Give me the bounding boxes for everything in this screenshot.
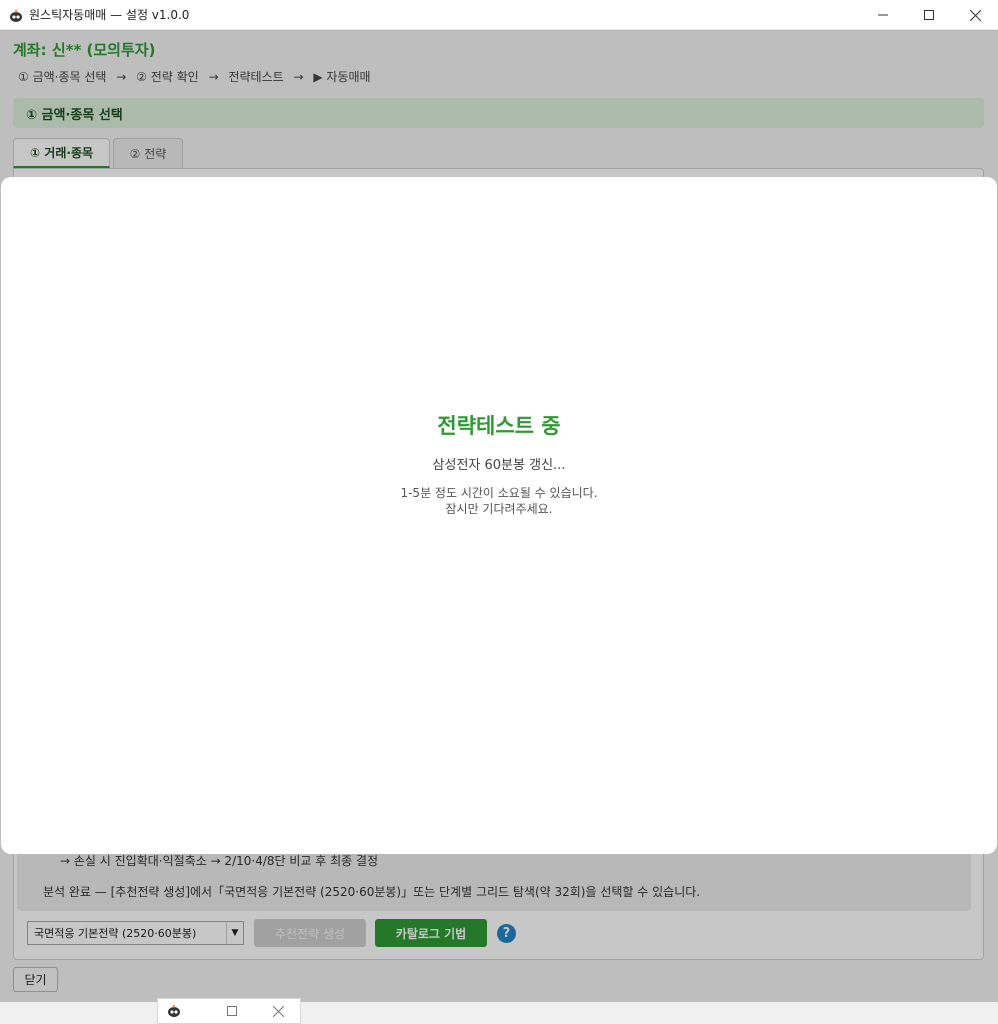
minimize-icon xyxy=(878,14,888,16)
modal-note-line-2: 잠시만 기다려주세요. xyxy=(445,502,553,516)
window-title: 원스틱자동매매 — 설정 v1.0.0 xyxy=(29,8,190,22)
close-icon[interactable] xyxy=(270,1003,286,1019)
maximize-button[interactable] xyxy=(906,0,952,30)
modal-status: 삼성전자 60분봉 갱신... xyxy=(432,458,566,473)
modal-note: 1-5분 정도 시간이 소요될 수 있습니다. 잠시만 기다려주세요. xyxy=(1,485,997,517)
mini-window xyxy=(157,998,301,1024)
modal-title: 전략테스트 중 xyxy=(437,414,561,438)
app-robot-icon xyxy=(9,8,23,22)
modal-note-line-1: 1-5분 정도 시간이 소요될 수 있습니다. xyxy=(400,486,598,500)
maximize-icon[interactable] xyxy=(224,1003,240,1019)
progress-modal: 전략테스트 중 삼성전자 60분봉 갱신... 1-5분 정도 시간이 소요될 … xyxy=(1,177,997,854)
title-bar: 원스틱자동매매 — 설정 v1.0.0 xyxy=(0,0,998,30)
close-window-button[interactable] xyxy=(952,0,998,30)
close-icon xyxy=(969,9,981,21)
app-robot-icon xyxy=(166,1003,182,1019)
maximize-icon xyxy=(924,10,934,20)
bottom-strip xyxy=(0,1002,998,1024)
minimize-button[interactable] xyxy=(860,0,906,30)
